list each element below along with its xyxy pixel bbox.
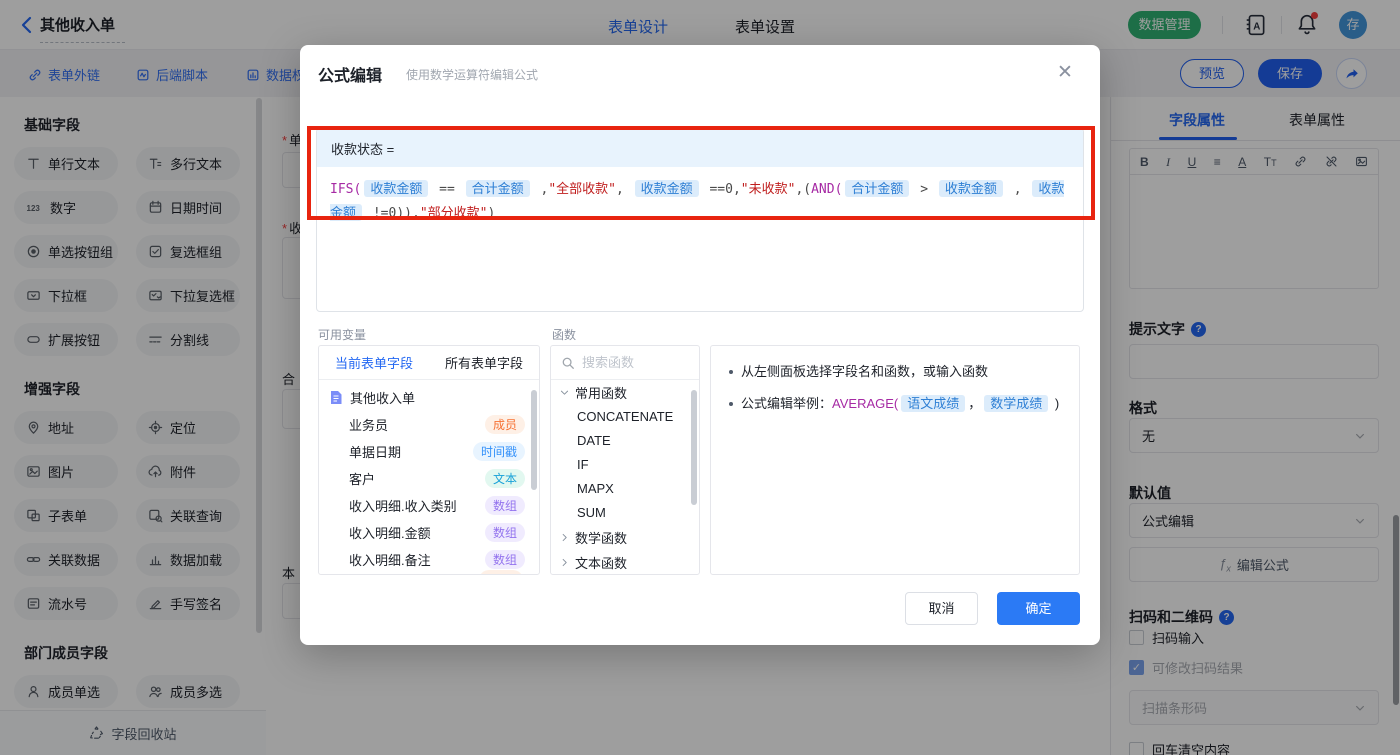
hint-text: 从左侧面板选择字段名和函数，或输入函数	[741, 364, 989, 379]
formula-editor-box: 收款状态 = IFS(收款金额 == 合计金额 ,"全部收款", 收款金额 ==…	[316, 128, 1084, 312]
variable-row[interactable]: 业务员 成员	[319, 411, 539, 438]
variables-label: 可用变量	[318, 328, 367, 342]
formula-token: ,	[532, 182, 549, 197]
formula-token: "未收款"	[740, 182, 796, 197]
variables-panel: 当前表单字段 所有表单字段 其他收入单 业务员 成员单据日期 时间戳客户 文本收入明细…	[318, 345, 540, 575]
type-badge: 数组	[484, 523, 525, 542]
functions-panel: 常用函数 CONCATENATEDATEIFMAPXSUM 数学函数文本函数	[550, 345, 700, 575]
tab-current-form-fields[interactable]: 当前表单字段	[319, 353, 429, 372]
example-prefix: 公式编辑举例：	[741, 396, 833, 411]
functions-scrollbar[interactable]	[691, 390, 697, 505]
variable-row[interactable]: 收入明细.金额 数组	[319, 519, 539, 546]
function-group[interactable]: 数学函数	[551, 525, 699, 550]
variable-name: 收入明细.收入类别	[349, 499, 457, 514]
bullet-icon	[729, 402, 733, 406]
function-item[interactable]: DATE	[551, 429, 699, 453]
function-item[interactable]: MAPX	[551, 477, 699, 501]
formula-token: ==0,	[701, 182, 741, 197]
formula-expression[interactable]: IFS(收款金额 == 合计金额 ,"全部收款", 收款金额 ==0,"未收款"…	[317, 167, 1083, 235]
variables-scrollbar[interactable]	[531, 390, 537, 490]
chevron-right-icon	[559, 557, 570, 568]
modal-title: 公式编辑	[318, 68, 383, 85]
hint-line-1: 从左侧面板选择字段名和函数，或输入函数	[729, 362, 1061, 382]
form-root-node[interactable]: 其他收入单	[319, 380, 539, 411]
function-search	[551, 346, 699, 380]
formula-target-field: 收款状态 =	[317, 129, 1083, 167]
formula-editor-modal: 公式编辑 使用数学运算符编辑公式 ✕ 收款状态 = IFS(收款金额 == 合计…	[300, 45, 1100, 645]
field-chip[interactable]: 收款金额	[634, 180, 699, 197]
separator: ，	[968, 396, 982, 411]
field-chip: 语文成绩	[901, 395, 966, 412]
formula-token: "全部收款"	[548, 182, 616, 197]
formula-token: >	[912, 182, 936, 197]
bullet-icon	[729, 370, 733, 374]
group-label: 常用函数	[575, 386, 628, 401]
tab-all-form-fields[interactable]: 所有表单字段	[429, 353, 539, 372]
formula-token: "部分收款"	[419, 206, 488, 221]
type-badge: 数组	[484, 496, 525, 515]
close-icon[interactable]: ✕	[1057, 63, 1073, 82]
type-badge: 数组	[484, 550, 525, 569]
field-chip[interactable]: 合计金额	[845, 180, 910, 197]
variable-row[interactable]: 收入明细.备注 数组	[319, 546, 539, 573]
group-label: 文本函数	[575, 556, 628, 571]
type-badge: 文本	[484, 469, 525, 488]
hint-line-2: 公式编辑举例：AVERAGE(语文成绩，数学成绩 )	[729, 394, 1061, 414]
formula-token: ,(	[795, 182, 812, 197]
partial-badge	[479, 570, 523, 574]
function-search-input[interactable]	[582, 355, 682, 370]
document-icon	[329, 390, 343, 405]
hints-panel: 从左侧面板选择字段名和函数，或输入函数 公式编辑举例：AVERAGE(语文成绩，…	[710, 345, 1080, 575]
variable-name: 收入明细.备注	[349, 553, 431, 568]
variable-name: 业务员	[349, 418, 389, 433]
formula-token: AND(	[811, 182, 843, 197]
formula-token: !=0)),	[365, 206, 420, 221]
variable-row[interactable]: 单据日期 时间戳	[319, 438, 539, 465]
variable-name: 单据日期	[349, 445, 402, 460]
formula-token: ==	[431, 182, 463, 197]
variables-tabs: 当前表单字段 所有表单字段	[319, 346, 539, 380]
field-chip: 数学成绩	[984, 395, 1049, 412]
function-item[interactable]: IF	[551, 453, 699, 477]
search-icon	[561, 356, 575, 370]
variable-name: 客户	[349, 472, 376, 487]
variable-name: 收入明细.金额	[349, 526, 431, 541]
cancel-button[interactable]: 取消	[905, 592, 978, 625]
function-item[interactable]: SUM	[551, 501, 699, 525]
root-label: 其他收入单	[350, 391, 416, 406]
modal-subtitle: 使用数学运算符编辑公式	[406, 68, 539, 82]
formula-token: )	[487, 206, 496, 221]
functions-label: 函数	[552, 328, 577, 342]
field-chip[interactable]: 合计金额	[465, 180, 530, 197]
group-label: 数学函数	[575, 531, 628, 546]
chevron-right-icon	[559, 532, 570, 543]
variable-row[interactable]: 客户 文本	[319, 465, 539, 492]
formula-token: ,	[1005, 182, 1030, 197]
example-close: )	[1051, 396, 1060, 411]
hint-example: 公式编辑举例：AVERAGE(语文成绩，数学成绩 )	[741, 394, 1059, 414]
field-chip[interactable]: 收款金额	[364, 180, 429, 197]
function-group[interactable]: 文本函数	[551, 550, 699, 574]
functions-list: 常用函数 CONCATENATE DATE IF MAPX SUM 数学函数文本函数	[551, 380, 699, 574]
variable-row[interactable]: 收入明细.收入类别 数组	[319, 492, 539, 519]
formula-token: ,	[615, 182, 632, 197]
function-name: AVERAGE(	[832, 396, 899, 411]
chevron-down-icon	[559, 387, 570, 398]
function-group[interactable]: 常用函数	[551, 380, 699, 405]
function-item[interactable]: CONCATENATE	[551, 405, 699, 429]
variables-list: 业务员 成员 单据日期 时间戳 客户 文本 收入明细.收入类别 数组 收入明细.金额 数组 收入明细…	[319, 411, 539, 573]
confirm-button[interactable]: 确定	[997, 592, 1080, 625]
field-chip[interactable]: 收款金额	[938, 180, 1003, 197]
type-badge: 时间戳	[472, 442, 525, 461]
formula-token: IFS(	[330, 182, 362, 197]
type-badge: 成员	[484, 415, 525, 434]
